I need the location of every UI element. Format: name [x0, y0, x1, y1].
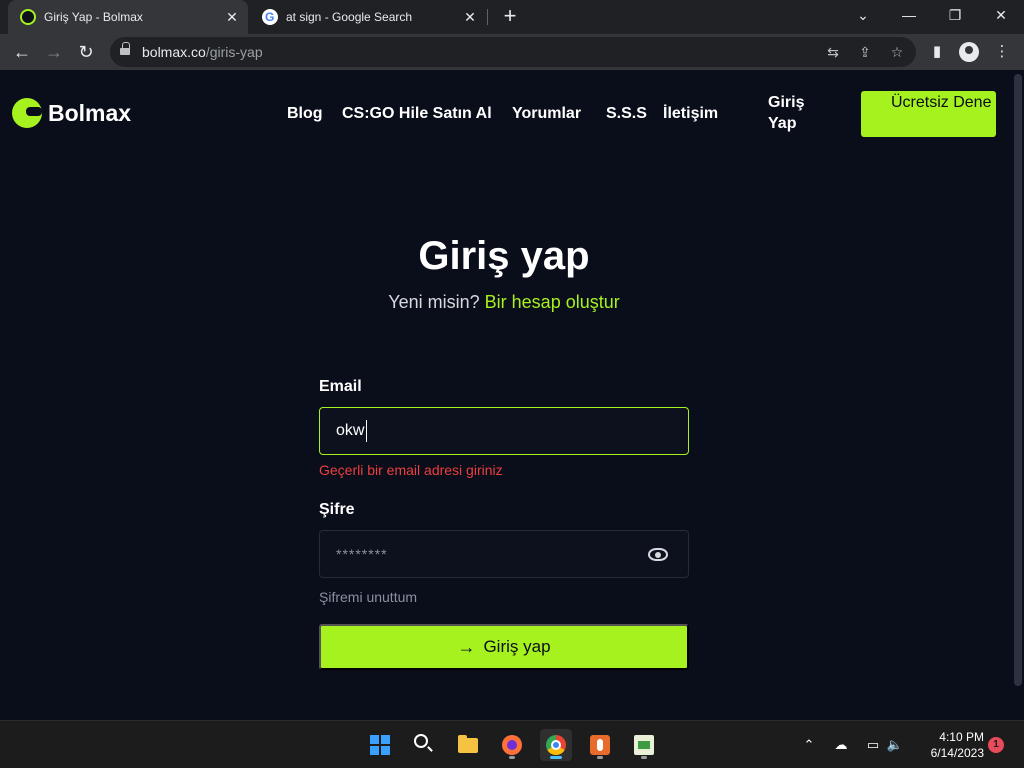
- free-trial-button[interactable]: Ücretsiz Dene: [861, 91, 996, 137]
- nav-link-yorumlar[interactable]: Yorumlar: [512, 102, 581, 126]
- taskbar-chrome[interactable]: [540, 729, 572, 761]
- password-value: ********: [336, 546, 388, 562]
- browser-tab-bar: Giriş Yap - Bolmax ✕ at sign - Google Se…: [0, 0, 1024, 34]
- translate-icon[interactable]: ⇆: [824, 43, 842, 61]
- bolmax-favicon-icon: [20, 9, 36, 25]
- taskbar-hand-app[interactable]: [584, 729, 616, 761]
- clock-time: 4:10 PM: [939, 730, 984, 744]
- active-indicator: [550, 756, 562, 759]
- arrow-right-icon: →: [457, 636, 476, 657]
- signup-link[interactable]: Bir hesap oluştur: [485, 292, 620, 312]
- tab-close-icon[interactable]: ✕: [460, 9, 480, 26]
- lock-icon[interactable]: [120, 42, 130, 57]
- taskbar-file-explorer[interactable]: [452, 729, 484, 761]
- nav-link-sss[interactable]: S.S.S: [606, 102, 647, 126]
- email-error-message: Geçerli bir email adresi giriniz: [319, 462, 503, 478]
- url-domain: bolmax.co: [142, 44, 206, 60]
- tab-google-search[interactable]: at sign - Google Search ✕: [250, 0, 486, 34]
- nav-link-blog[interactable]: Blog: [287, 102, 323, 126]
- hand-cursor-app-icon: [590, 735, 610, 755]
- taskbar-firefox[interactable]: [496, 729, 528, 761]
- tab-title: at sign - Google Search: [286, 10, 413, 24]
- page-content: Bolmax Blog CS:GO Hile Satın Al Yorumlar…: [0, 70, 1024, 720]
- login-submit-button[interactable]: → Giriş yap: [319, 624, 689, 670]
- taskbar-search-button[interactable]: [408, 729, 440, 761]
- browser-toolbar: ← → ↻ bolmax.co/giris-yap ⇆ ⇪ ☆ ▮ ⋮: [0, 34, 1024, 70]
- show-hidden-icons-chevron-icon[interactable]: ⌃: [800, 736, 818, 754]
- tab-close-icon[interactable]: ✕: [222, 9, 242, 26]
- windows-logo-icon: [370, 735, 390, 755]
- nav-link-csgo-hile[interactable]: CS:GO Hile Satın Al: [342, 102, 492, 126]
- google-favicon-icon: [262, 9, 278, 25]
- windows-taskbar: ⌃ ☁ ▭ 🔈 4:10 PM 6/14/2023 1: [0, 720, 1024, 768]
- url-text: bolmax.co/giris-yap: [142, 37, 263, 67]
- search-icon: [414, 734, 428, 748]
- bookmark-star-icon[interactable]: ☆: [888, 43, 906, 61]
- page-scrollbar[interactable]: [1014, 74, 1022, 686]
- tab-search-dropdown-icon[interactable]: ⌄: [840, 0, 886, 34]
- tab-bolmax[interactable]: Giriş Yap - Bolmax ✕: [8, 0, 248, 34]
- password-label: Şifre: [319, 501, 355, 518]
- chrome-menu-icon[interactable]: ⋮: [992, 42, 1012, 62]
- taskbar-notepad[interactable]: [628, 729, 660, 761]
- restore-button[interactable]: ❐: [932, 0, 978, 34]
- running-indicator: [597, 756, 603, 759]
- volume-icon[interactable]: 🔈: [886, 736, 904, 754]
- forgot-password-link[interactable]: Şifremi unuttum: [319, 589, 417, 605]
- minimize-button[interactable]: —: [886, 0, 932, 34]
- network-icon[interactable]: ▭: [864, 736, 882, 754]
- new-tab-button[interactable]: +: [498, 4, 522, 28]
- running-indicator: [509, 756, 515, 759]
- signup-prompt: Yeni misin? Bir hesap oluştur: [0, 292, 1008, 313]
- page-title: Giriş yap: [418, 234, 590, 278]
- nav-link-iletisim[interactable]: İletişim: [663, 102, 718, 126]
- firefox-icon: [502, 735, 522, 755]
- profile-avatar-icon[interactable]: [959, 42, 979, 62]
- nav-link-login[interactable]: Giriş Yap: [768, 92, 816, 134]
- tab-title: Giriş Yap - Bolmax: [44, 10, 143, 24]
- signup-prompt-text: Yeni misin?: [388, 292, 480, 312]
- text-caret: [366, 420, 367, 442]
- system-clock[interactable]: 4:10 PM 6/14/2023: [914, 729, 984, 761]
- forward-button[interactable]: →: [40, 38, 68, 66]
- onedrive-cloud-icon[interactable]: ☁: [832, 736, 850, 754]
- back-button[interactable]: ←: [8, 38, 36, 66]
- email-value: okw: [336, 422, 365, 439]
- address-bar[interactable]: bolmax.co/giris-yap ⇆ ⇪ ☆: [110, 37, 916, 67]
- show-password-eye-icon[interactable]: [648, 548, 668, 561]
- tab-separator: [487, 9, 488, 25]
- start-button[interactable]: [364, 729, 396, 761]
- notification-badge[interactable]: 1: [988, 737, 1004, 753]
- reload-button[interactable]: ↻: [72, 38, 100, 66]
- login-submit-label: Giriş yap: [483, 637, 551, 656]
- email-label: Email: [319, 378, 362, 395]
- side-panel-icon[interactable]: ▮: [927, 42, 947, 62]
- clock-date: 6/14/2023: [930, 746, 984, 760]
- share-icon[interactable]: ⇪: [856, 43, 874, 61]
- running-indicator: [641, 756, 647, 759]
- url-path: /giris-yap: [205, 44, 263, 60]
- email-field[interactable]: okw: [319, 407, 689, 455]
- folder-icon: [458, 735, 478, 753]
- notepad-icon: [634, 735, 654, 755]
- chrome-icon: [546, 735, 566, 755]
- password-field[interactable]: ********: [319, 530, 689, 578]
- close-window-button[interactable]: ✕: [978, 0, 1024, 34]
